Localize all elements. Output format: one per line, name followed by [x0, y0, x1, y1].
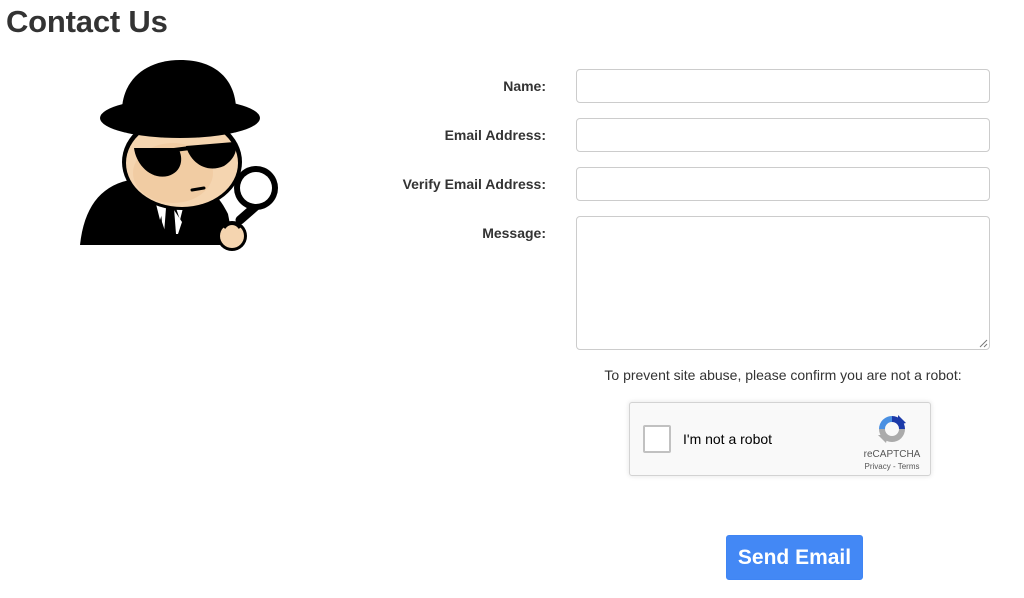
email-input[interactable]	[576, 118, 990, 152]
name-input[interactable]	[576, 69, 990, 103]
verify-email-label: Verify Email Address:	[402, 176, 546, 192]
recaptcha-checkbox-label: I'm not a robot	[683, 431, 773, 447]
recaptcha-brand-text: reCAPTCHA	[863, 449, 921, 460]
recaptcha-logo-icon	[878, 415, 906, 443]
recaptcha-widget: I'm not a robot reCAPTCHA Privacy - Term…	[629, 402, 931, 476]
verify-email-input[interactable]	[576, 167, 990, 201]
recaptcha-checkbox[interactable]	[643, 425, 671, 453]
terms-link[interactable]: Terms	[898, 462, 920, 471]
detective-spy-icon	[80, 60, 278, 251]
recaptcha-links: Privacy - Terms	[848, 462, 936, 471]
name-label: Name:	[503, 78, 546, 94]
privacy-link[interactable]: Privacy	[865, 462, 891, 471]
contact-page: Contact Us Name: Email Address: Verify E	[0, 0, 1024, 598]
captcha-instruction: To prevent site abuse, please confirm yo…	[604, 367, 962, 383]
resize-handle-icon[interactable]	[978, 338, 988, 348]
send-email-button[interactable]: Send Email	[726, 535, 863, 580]
email-label: Email Address:	[444, 127, 546, 143]
message-label: Message:	[482, 225, 546, 241]
links-separator: -	[890, 462, 898, 471]
page-title: Contact Us	[6, 4, 168, 39]
message-textarea[interactable]	[576, 216, 990, 350]
